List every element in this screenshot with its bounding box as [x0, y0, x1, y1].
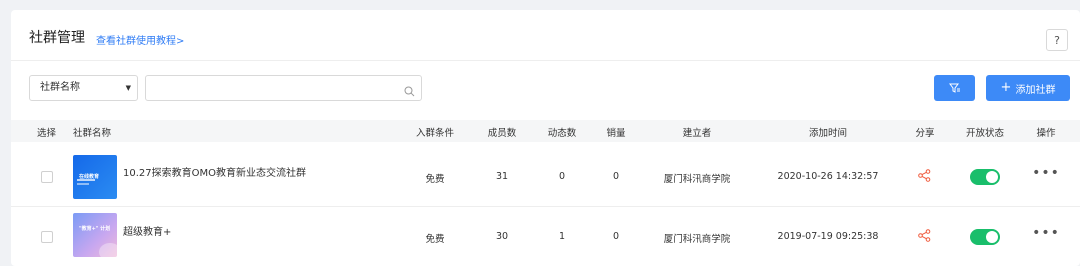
open-status-toggle[interactable] — [970, 169, 1000, 185]
join-condition: 免费 — [425, 174, 445, 185]
tutorial-link[interactable]: 查看社群使用教程> — [96, 32, 184, 47]
creator: 厦门科汛商学院 — [663, 234, 731, 245]
filter-button[interactable] — [934, 75, 975, 101]
col-members: 成员数 — [487, 128, 517, 139]
table-row: 在线教育 10.27探索教育OMO教育新业态交流社群 免费 31 0 0 厦门科… — [11, 148, 1080, 207]
col-sales: 销量 — [606, 128, 626, 139]
search-box[interactable] — [145, 75, 422, 101]
sales-count: 0 — [612, 171, 620, 182]
thumbnail-text: "教育+" 计划 — [79, 226, 111, 232]
col-posts: 动态数 — [547, 128, 577, 139]
help-button[interactable]: ? — [1046, 29, 1068, 51]
post-count: 0 — [558, 171, 566, 182]
sales-count: 0 — [612, 231, 620, 242]
caret-down-icon: ▼ — [125, 84, 131, 92]
member-count: 30 — [495, 231, 509, 242]
community-name[interactable]: 10.27探索教育OMO教育新业态交流社群 — [123, 164, 306, 179]
add-community-label: 添加社群 — [1015, 84, 1056, 96]
col-name: 社群名称 — [73, 128, 112, 139]
community-name[interactable]: 超级教育+ — [123, 223, 171, 238]
col-share: 分享 — [915, 128, 935, 139]
search-field-select-value: 社群名称 — [40, 82, 80, 93]
added-time: 2020-10-26 14:32:57 — [777, 171, 879, 182]
search-input[interactable] — [152, 77, 396, 101]
join-condition: 免费 — [425, 234, 445, 245]
share-icon[interactable] — [918, 229, 931, 245]
community-thumbnail: "教育+" 计划 — [73, 213, 117, 257]
creator: 厦门科汛商学院 — [663, 174, 731, 185]
search-field-select[interactable]: 社群名称 ▼ — [29, 75, 138, 101]
col-added-time: 添加时间 — [808, 128, 848, 139]
more-actions-icon[interactable]: ••• — [1032, 165, 1060, 181]
col-creator: 建立者 — [682, 128, 712, 139]
col-actions: 操作 — [1036, 128, 1056, 139]
more-actions-icon[interactable]: ••• — [1032, 225, 1060, 241]
col-select: 选择 — [37, 128, 57, 139]
header-divider — [11, 60, 1080, 61]
col-condition: 入群条件 — [415, 128, 455, 139]
col-open-status: 开放状态 — [965, 128, 1005, 139]
add-community-button[interactable]: + 添加社群 — [986, 75, 1070, 101]
community-panel: 社群管理 查看社群使用教程> ? 社群名称 ▼ + 添加社群 选择 社群名称 入… — [11, 10, 1080, 266]
table-header: 选择 社群名称 入群条件 成员数 动态数 销量 建立者 添加时间 分享 开放状态… — [11, 120, 1080, 142]
share-icon[interactable] — [918, 169, 931, 185]
row-checkbox[interactable] — [41, 171, 53, 183]
member-count: 31 — [495, 171, 509, 182]
filter-icon — [948, 79, 961, 98]
plus-icon: + — [1000, 80, 1012, 95]
post-count: 1 — [558, 231, 566, 242]
page-title: 社群管理 — [29, 30, 85, 46]
added-time: 2019-07-19 09:25:38 — [777, 231, 879, 242]
table-row: "教育+" 计划 超级教育+ 免费 30 1 0 厦门科汛商学院 2019-07… — [11, 207, 1080, 265]
search-icon[interactable] — [404, 82, 415, 101]
open-status-toggle[interactable] — [970, 229, 1000, 245]
row-checkbox[interactable] — [41, 231, 53, 243]
community-thumbnail: 在线教育 — [73, 155, 117, 199]
